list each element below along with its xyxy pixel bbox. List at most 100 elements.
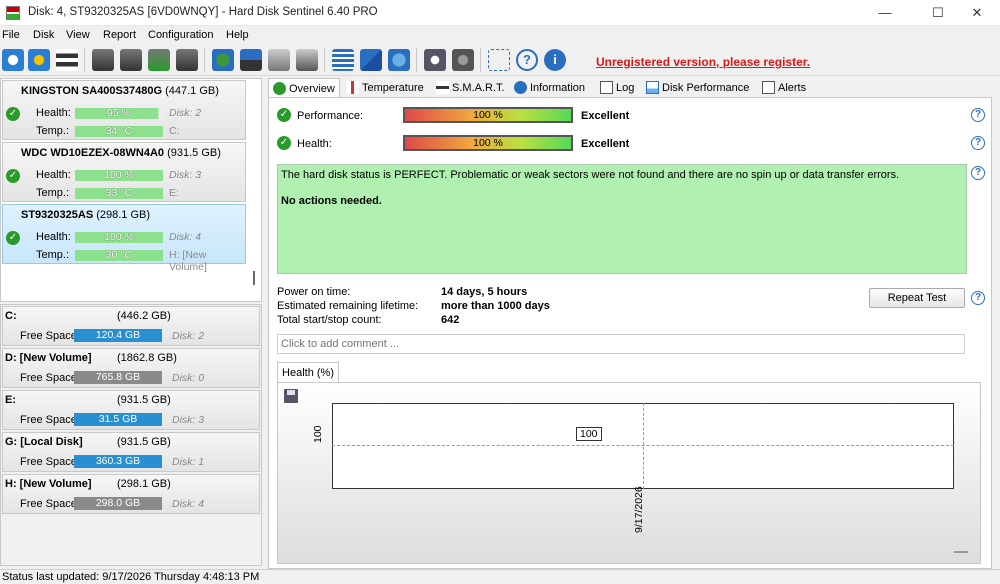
disk-card-kingston[interactable]: KINGSTON SA400S37480G (447.1 GB) ✓ Healt… <box>2 80 246 140</box>
volume-size: (446.2 GB) <box>117 310 171 322</box>
menu-file[interactable]: File <box>2 29 20 41</box>
tab-information[interactable]: Information <box>510 78 596 98</box>
menu-report[interactable]: Report <box>103 29 136 41</box>
free-space-label: Free Space <box>20 330 77 342</box>
help-icon[interactable]: ? <box>971 291 985 305</box>
info-icon <box>514 81 527 94</box>
volume-name: H: [New Volume] <box>5 478 92 490</box>
refresh-warning-icon[interactable] <box>28 49 50 71</box>
menu-help[interactable]: Help <box>226 29 249 41</box>
tab-log[interactable]: Log <box>596 78 640 98</box>
unregistered-link[interactable]: Unregistered version, please register. <box>596 55 810 69</box>
smart-icon <box>436 81 449 94</box>
temp-bar: 30 °C <box>75 250 163 261</box>
volume-name: E: <box>5 394 16 406</box>
tab-label: S.M.A.R.T. <box>452 82 505 94</box>
disk-report-icon[interactable] <box>176 49 198 71</box>
performance-icon <box>646 81 659 94</box>
performance-rating: Excellent <box>581 110 630 122</box>
tab-overview[interactable]: Overview <box>268 78 340 98</box>
sound-icon[interactable] <box>452 49 474 71</box>
actions-text: No actions needed. <box>281 195 382 207</box>
health-label: Health: <box>36 169 71 181</box>
status-bar: Status last updated: 9/17/2026 Thursday … <box>0 569 1000 584</box>
resize-grip[interactable] <box>954 551 968 553</box>
help-icon[interactable]: ? <box>971 136 985 150</box>
health-label: Health: <box>36 107 71 119</box>
disk-schedule-icon[interactable] <box>120 49 142 71</box>
refresh-icon[interactable] <box>2 49 24 71</box>
free-space-bar: 31.5 GB <box>74 413 162 426</box>
web-report-icon[interactable] <box>212 49 234 71</box>
minimize-button[interactable]: — <box>862 0 908 26</box>
status-description: The hard disk status is PERFECT. Problem… <box>277 164 967 274</box>
volume-letter: E: <box>169 187 179 199</box>
help-icon[interactable]: ? <box>971 108 985 122</box>
network-icon[interactable] <box>388 49 410 71</box>
volume-size: (931.5 GB) <box>117 394 171 406</box>
about-icon[interactable]: i <box>544 49 566 71</box>
power-on-label: Power on time: <box>277 286 351 298</box>
volume-size: (298.1 GB) <box>117 478 171 490</box>
disk-card-wdc[interactable]: WDC WD10EZEX-08WN4A0 (931.5 GB) ✓ Health… <box>2 142 246 202</box>
disk-test-icon[interactable] <box>148 49 170 71</box>
usb-disk-icon[interactable] <box>268 49 290 71</box>
free-space-bar: 298.0 GB <box>74 497 162 510</box>
settings-icon[interactable] <box>424 49 446 71</box>
health-label: Health: <box>297 138 332 150</box>
external-disk-icon[interactable] <box>296 49 318 71</box>
free-space-bar: 765.8 GB <box>74 371 162 384</box>
help-icon[interactable]: ? <box>516 49 538 71</box>
free-space-label: Free Space <box>20 414 77 426</box>
status-ok-icon: ✓ <box>6 231 20 245</box>
scrollbar-thumb[interactable] <box>253 271 255 285</box>
eject-icon[interactable] <box>240 49 262 71</box>
startstop-value: 642 <box>441 314 460 326</box>
save-icon[interactable] <box>284 389 298 403</box>
screenshot-icon[interactable] <box>488 49 510 71</box>
disk-card-st9320325as[interactable]: ST9320325AS (298.1 GB) ✓ Health: 100 % D… <box>2 204 246 273</box>
performance-bar: 100 % <box>403 107 573 123</box>
tab-bar: Overview Temperature S.M.A.R.T. Informat… <box>268 78 1000 98</box>
volume-card[interactable]: E: (931.5 GB) Free Space 31.5 GB Disk: 3 <box>2 390 260 430</box>
repeat-test-button[interactable]: Repeat Test <box>869 288 965 308</box>
volume-name: G: [Local Disk] <box>5 436 83 448</box>
menu-disk[interactable]: Disk <box>33 29 54 41</box>
menu-view[interactable]: View <box>66 29 90 41</box>
lifetime-label: Estimated remaining lifetime: <box>277 300 419 312</box>
tab-label: Alerts <box>778 82 807 94</box>
volume-disk: Disk: 2 <box>172 330 205 342</box>
volume-card[interactable]: G: [Local Disk] (931.5 GB) Free Space 36… <box>2 432 260 472</box>
disk-name: KINGSTON SA400S37480G (447.1 GB) <box>21 85 219 97</box>
tab-health-chart[interactable]: Health (%) <box>277 362 339 382</box>
close-button[interactable]: ✕ <box>954 0 1000 26</box>
volume-card[interactable]: C: (446.2 GB) Free Space 120.4 GB Disk: … <box>2 306 260 346</box>
volume-disk: Disk: 4 <box>172 498 205 510</box>
tab-alerts[interactable]: Alerts <box>758 78 814 98</box>
volume-card[interactable]: D: [New Volume] (1862.8 GB) Free Space 7… <box>2 348 260 388</box>
volume-disk: Disk: 0 <box>172 372 205 384</box>
disk-number: Disk: 2 <box>169 107 202 119</box>
check-icon <box>273 82 286 95</box>
tab-smart[interactable]: S.M.A.R.T. <box>432 78 508 98</box>
free-space-bar: 360.3 GB <box>74 455 162 468</box>
tab-disk-performance[interactable]: Disk Performance <box>642 78 758 98</box>
log-icon <box>600 81 613 94</box>
tab-temperature[interactable]: Temperature <box>342 78 428 98</box>
help-icon[interactable]: ? <box>971 166 985 180</box>
volume-card[interactable]: H: [New Volume] (298.1 GB) Free Space 29… <box>2 474 260 514</box>
app-flag-icon <box>6 6 20 20</box>
temp-label: Temp.: <box>36 249 70 261</box>
menu-configuration[interactable]: Configuration <box>148 29 213 41</box>
free-space-label: Free Space <box>20 372 77 384</box>
disk-list-icon[interactable] <box>56 49 78 71</box>
free-space-label: Free Space <box>20 456 77 468</box>
temp-bar: 34 °C <box>75 126 163 137</box>
disk-list: KINGSTON SA400S37480G (447.1 GB) ✓ Healt… <box>0 78 262 302</box>
email-icon[interactable] <box>360 49 382 71</box>
comment-input[interactable] <box>277 334 965 354</box>
thermometer-icon <box>346 81 359 94</box>
disk-info-icon[interactable] <box>92 49 114 71</box>
volume-disk: Disk: 3 <box>172 414 205 426</box>
report-icon[interactable] <box>332 49 354 71</box>
